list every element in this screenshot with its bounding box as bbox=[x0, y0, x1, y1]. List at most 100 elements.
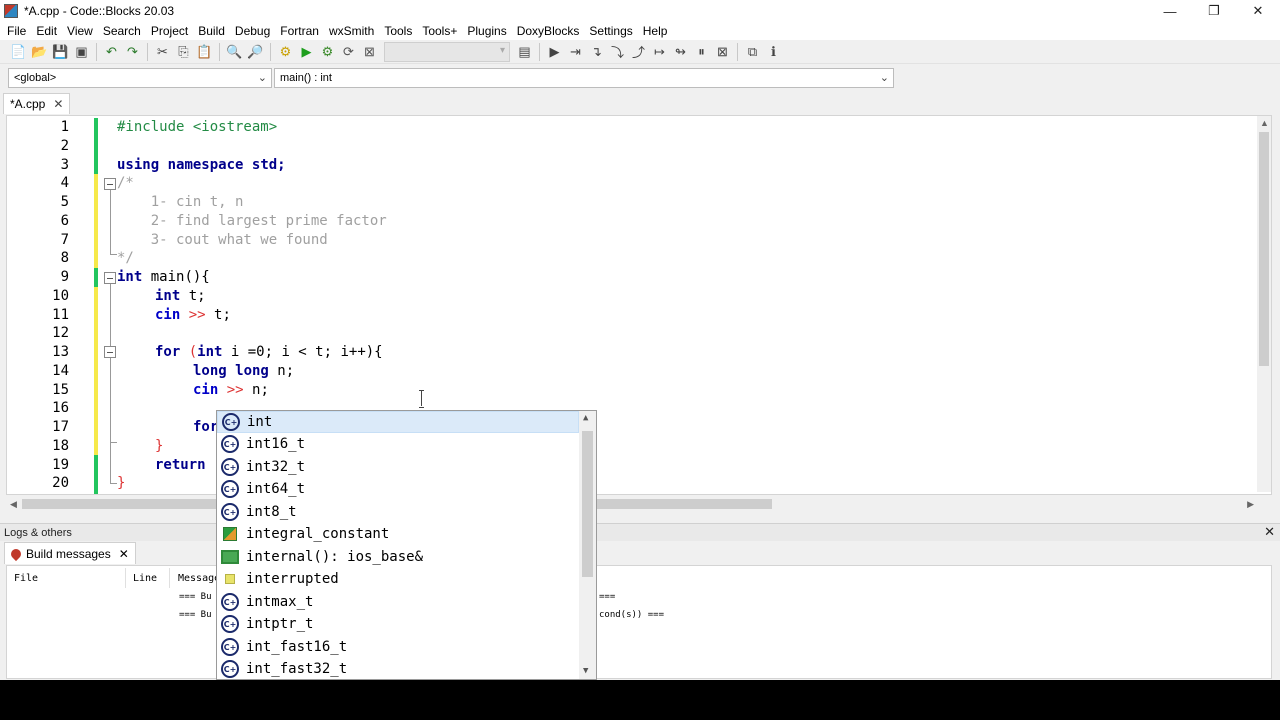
editor-vertical-scrollbar[interactable]: ▲ bbox=[1257, 116, 1271, 492]
fold-toggle-icon[interactable] bbox=[104, 346, 116, 358]
cut-icon[interactable]: ✂ bbox=[152, 42, 173, 62]
paste-icon[interactable]: 📋 bbox=[194, 42, 215, 62]
keyword: for bbox=[155, 344, 181, 360]
autocomplete-item[interactable]: C+ int8_t bbox=[217, 501, 579, 523]
menu-debug[interactable]: Debug bbox=[230, 24, 275, 38]
replace-icon[interactable]: 🔎 bbox=[245, 42, 266, 62]
info-icon[interactable]: ℹ bbox=[763, 42, 784, 62]
autocomplete-item[interactable]: C+ int_fast16_t bbox=[217, 636, 579, 658]
step-into-instruction-icon[interactable]: ↬ bbox=[670, 42, 691, 62]
autocomplete-popup[interactable]: C+ int C+ int16_t C+ int32_t C+ int64_t … bbox=[216, 410, 597, 680]
menu-project[interactable]: Project bbox=[146, 24, 193, 38]
menu-tools-plus[interactable]: Tools+ bbox=[417, 24, 462, 38]
close-icon[interactable]: ✕ bbox=[119, 547, 129, 561]
new-file-icon[interactable]: 📄 bbox=[8, 42, 29, 62]
save-icon[interactable]: 💾 bbox=[50, 42, 71, 62]
menu-doxyblocks[interactable]: DoxyBlocks bbox=[512, 24, 585, 38]
close-window-icon[interactable]: ✕ bbox=[1236, 0, 1280, 22]
autocomplete-scrollbar[interactable]: ▲ ▼ bbox=[579, 411, 596, 679]
menu-wxsmith[interactable]: wxSmith bbox=[324, 24, 379, 38]
scrollbar-thumb[interactable] bbox=[1259, 132, 1269, 366]
tab-build-messages[interactable]: Build messages ✕ bbox=[4, 542, 136, 564]
autocomplete-item[interactable]: interrupted bbox=[217, 568, 579, 590]
column-header-line[interactable]: Line bbox=[133, 573, 157, 584]
function-select[interactable]: main() : int ⌄ bbox=[274, 68, 894, 88]
redo-icon[interactable]: ↷ bbox=[122, 42, 143, 62]
build-messages-list[interactable]: File Line Message === Bu === Bu === cond… bbox=[6, 565, 1272, 679]
show-select-target-icon[interactable]: ▤ bbox=[514, 42, 535, 62]
autocomplete-item[interactable]: C+ intptr_t bbox=[217, 613, 579, 635]
autocomplete-label: interrupted bbox=[246, 571, 339, 587]
undo-icon[interactable]: ↶ bbox=[101, 42, 122, 62]
break-icon[interactable]: ⏸ bbox=[691, 42, 712, 62]
step-out-icon[interactable]: ⤴ bbox=[628, 42, 649, 62]
menu-search[interactable]: Search bbox=[98, 24, 146, 38]
autocomplete-item[interactable]: C+ intmax_t bbox=[217, 591, 579, 613]
line-number: 18 bbox=[52, 438, 69, 454]
tab-a-cpp[interactable]: *A.cpp ✕ bbox=[3, 93, 71, 114]
build-target-select[interactable] bbox=[384, 41, 510, 62]
next-line-icon[interactable]: ↴ bbox=[586, 42, 607, 62]
fold-guide bbox=[110, 483, 117, 484]
autocomplete-item[interactable]: C+ int64_t bbox=[217, 478, 579, 500]
class-icon: C+ bbox=[221, 435, 239, 453]
open-icon[interactable]: 📂 bbox=[29, 42, 50, 62]
scope-select[interactable]: <global> ⌄ bbox=[8, 68, 272, 88]
build-run-icon[interactable]: ⚙ bbox=[317, 42, 338, 62]
menu-tools[interactable]: Tools bbox=[379, 24, 417, 38]
editor-horizontal-scrollbar[interactable]: ◀ ▶ bbox=[8, 496, 1258, 512]
autocomplete-item[interactable]: C+ int32_t bbox=[217, 456, 579, 478]
autocomplete-item[interactable]: C+ int16_t bbox=[217, 433, 579, 455]
menu-plugins[interactable]: Plugins bbox=[462, 24, 511, 38]
debug-icon[interactable]: ▶ bbox=[544, 42, 565, 62]
scroll-up-icon[interactable]: ▲ bbox=[583, 413, 588, 423]
fold-toggle-icon[interactable] bbox=[104, 178, 116, 190]
stop-debugger-icon[interactable]: ⊠ bbox=[712, 42, 733, 62]
column-header-file[interactable]: File bbox=[14, 573, 38, 584]
autocomplete-item[interactable]: C+ int_fast32_t bbox=[217, 658, 579, 679]
scroll-up-icon[interactable]: ▲ bbox=[1260, 118, 1269, 128]
menu-view[interactable]: View bbox=[62, 24, 98, 38]
rebuild-icon[interactable]: ⟳ bbox=[338, 42, 359, 62]
codeblocks-window: *A.cpp - Code::Blocks 20.03 — ❐ ✕ File E… bbox=[0, 0, 1280, 680]
window-controls: — ❐ ✕ bbox=[1148, 0, 1280, 22]
chevron-down-icon: ⌄ bbox=[257, 72, 267, 84]
keyword: cin bbox=[155, 307, 181, 323]
step-into-icon[interactable]: ⤵ bbox=[607, 42, 628, 62]
find-icon[interactable]: 🔍 bbox=[224, 42, 245, 62]
menu-edit[interactable]: Edit bbox=[31, 24, 62, 38]
code-text: t; bbox=[180, 288, 206, 304]
menu-settings[interactable]: Settings bbox=[584, 24, 637, 38]
save-all-icon[interactable]: ▣ bbox=[71, 42, 92, 62]
debug-windows-icon[interactable]: ⧉ bbox=[742, 42, 763, 62]
menu-help[interactable]: Help bbox=[638, 24, 673, 38]
class-icon: C+ bbox=[221, 615, 239, 633]
autocomplete-item[interactable]: C+ int bbox=[217, 411, 579, 433]
build-icon[interactable]: ⚙ bbox=[275, 42, 296, 62]
copy-icon[interactable]: ⎘ bbox=[173, 42, 194, 62]
code-editor[interactable]: 1 2 3 4 5 6 7 8 9 10 11 12 13 14 15 16 1… bbox=[6, 115, 1272, 495]
scroll-left-icon[interactable]: ◀ bbox=[10, 499, 17, 510]
menu-build[interactable]: Build bbox=[193, 24, 230, 38]
autocomplete-item[interactable]: internal(): ios_base& bbox=[217, 546, 579, 568]
scroll-down-icon[interactable]: ▼ bbox=[583, 666, 588, 676]
autocomplete-item[interactable]: integral_constant bbox=[217, 523, 579, 545]
scroll-right-icon[interactable]: ▶ bbox=[1247, 499, 1254, 510]
class-icon: C+ bbox=[221, 480, 239, 498]
run-to-cursor-icon[interactable]: ⇥ bbox=[565, 42, 586, 62]
log-line: === Bu bbox=[179, 610, 212, 620]
keyword: cin bbox=[193, 382, 219, 398]
minimize-icon[interactable]: — bbox=[1148, 0, 1192, 22]
column-header-message[interactable]: Message bbox=[178, 573, 220, 584]
menu-file[interactable]: File bbox=[2, 24, 31, 38]
abort-icon[interactable]: ⊠ bbox=[359, 42, 380, 62]
close-icon[interactable]: ✕ bbox=[1264, 524, 1275, 540]
fold-toggle-icon[interactable] bbox=[104, 272, 116, 284]
menu-fortran[interactable]: Fortran bbox=[275, 24, 324, 38]
build-messages-icon bbox=[8, 546, 24, 561]
next-instruction-icon[interactable]: ↦ bbox=[649, 42, 670, 62]
scrollbar-thumb[interactable] bbox=[582, 431, 593, 577]
restore-icon[interactable]: ❐ bbox=[1192, 0, 1236, 22]
close-icon[interactable]: ✕ bbox=[53, 97, 63, 111]
run-icon[interactable]: ▶ bbox=[296, 42, 317, 62]
